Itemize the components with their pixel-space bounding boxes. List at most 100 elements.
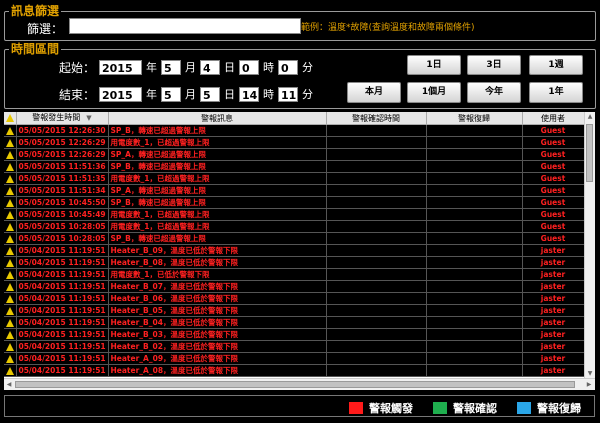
cell-status [4, 352, 17, 365]
table-row[interactable]: 05/04/2015 11:19:51 Heater_A_08，溫度已低於警報下限… [4, 364, 585, 377]
range-1-day-button[interactable]: 1日 [407, 55, 461, 75]
filter-hint: 範例：溫度*故障(查詢溫度和故障兩個條件) [301, 23, 475, 33]
cell-alarm-time: 05/04/2015 11:19:51 [16, 316, 109, 329]
warning-icon [5, 367, 14, 375]
end-minute-field[interactable]: 11 [278, 86, 298, 102]
cell-user: Guest [522, 184, 585, 197]
table-row[interactable]: 05/05/2015 10:28:05 用電度數_1，已超過警報上限 Guest [4, 220, 585, 233]
warning-icon [5, 211, 14, 219]
col-header-alarm-message[interactable]: 警報訊息 [108, 112, 327, 125]
table-row[interactable]: 05/05/2015 10:45:50 SP_B，轉速已超過警報上限 Guest [4, 196, 585, 209]
col-header-user[interactable]: 使用者 [522, 112, 585, 125]
table-row[interactable]: 05/04/2015 11:19:51 Heater_B_08，溫度已低於警報下限… [4, 256, 585, 269]
table-row[interactable]: 05/05/2015 11:51:36 SP_B，轉速已超過警報上限 Guest [4, 160, 585, 173]
cell-user: jaster [522, 292, 585, 305]
horizontal-scrollbar[interactable]: ◀ ▶ [4, 378, 595, 390]
cell-ack-time [326, 244, 427, 257]
table-row[interactable]: 05/05/2015 12:26:30 SP_B，轉速已超過警報上限 Guest [4, 124, 585, 137]
horizontal-scroll-thumb[interactable] [15, 381, 575, 388]
end-month-field[interactable]: 5 [161, 86, 181, 102]
cell-status [4, 364, 17, 377]
scroll-left-icon[interactable]: ◀ [4, 381, 14, 388]
cell-alarm-time: 05/04/2015 11:19:51 [16, 364, 109, 377]
range-this-month-button[interactable]: 本月 [347, 82, 401, 103]
table-row[interactable]: 05/04/2015 11:19:51 Heater_A_09，溫度已低於警報下限… [4, 352, 585, 365]
end-day-field[interactable]: 5 [200, 86, 220, 102]
sort-down-icon: ▼ [86, 114, 92, 122]
cell-user: Guest [522, 220, 585, 233]
cell-reset [426, 208, 523, 221]
cell-user: Guest [522, 160, 585, 173]
cell-alarm-message: 用電度數_1，已超過警報上限 [108, 208, 327, 221]
scroll-down-icon[interactable]: ▼ [585, 370, 595, 377]
col-header-status[interactable] [4, 112, 17, 125]
table-row[interactable]: 05/05/2015 11:51:35 用電度數_1，已超過警報上限 Guest [4, 172, 585, 185]
end-year-field[interactable]: 2015 [99, 86, 142, 102]
table-row[interactable]: 05/04/2015 11:19:51 Heater_B_05，溫度已低於警報下限… [4, 304, 585, 317]
cell-ack-time [326, 304, 427, 317]
cell-alarm-message: SP_A，轉速已超過警報上限 [108, 184, 327, 197]
table-row[interactable]: 05/05/2015 12:26:29 用電度數_1，已超過警報上限 Guest [4, 136, 585, 149]
cell-reset [426, 352, 523, 365]
table-row[interactable]: 05/04/2015 11:19:51 Heater_B_04，溫度已低於警報下限… [4, 316, 585, 329]
table-row[interactable]: 05/05/2015 10:45:49 用電度數_1，已超過警報上限 Guest [4, 208, 585, 221]
cell-reset [426, 196, 523, 209]
cell-user: jaster [522, 340, 585, 353]
range-1-month-button[interactable]: 1個月 [407, 82, 461, 103]
cell-ack-time [326, 124, 427, 137]
range-1-year-button[interactable]: 1年 [529, 82, 583, 103]
filter-section-title: 訊息篩選 [9, 4, 62, 18]
end-hour-field[interactable]: 14 [239, 86, 259, 102]
start-year-field[interactable]: 2015 [99, 59, 142, 75]
range-1-week-button[interactable]: 1週 [529, 55, 583, 75]
cell-status [4, 232, 17, 245]
vertical-scrollbar[interactable]: ▲ ▼ [584, 112, 595, 378]
acknowledged-color-swatch [433, 402, 447, 414]
cell-alarm-message: SP_B，轉速已超過警報上限 [108, 124, 327, 137]
start-day-field[interactable]: 4 [200, 59, 220, 75]
cell-user: jaster [522, 364, 585, 377]
time-section-title: 時間區間 [9, 42, 62, 56]
cell-user: jaster [522, 328, 585, 341]
start-minute-field[interactable]: 0 [278, 59, 298, 75]
cell-alarm-message: SP_B，轉速已超過警報上限 [108, 232, 327, 245]
cell-alarm-time: 05/05/2015 11:51:36 [16, 160, 109, 173]
cell-alarm-time: 05/05/2015 10:28:05 [16, 232, 109, 245]
warning-icon [6, 114, 14, 122]
start-hour-field[interactable]: 0 [239, 59, 259, 75]
cell-status [4, 220, 17, 233]
cell-alarm-time: 05/05/2015 11:51:35 [16, 172, 109, 185]
legend-item-acknowledged: 警報確認 [433, 400, 497, 416]
table-row[interactable]: 05/04/2015 11:19:51 用電度數_1，已低於警報下限 jaster [4, 268, 585, 281]
table-row[interactable]: 05/04/2015 11:19:51 Heater_B_03，溫度已低於警報下限… [4, 328, 585, 341]
table-row[interactable]: 05/04/2015 11:19:51 Heater_B_07，溫度已低於警報下限… [4, 280, 585, 293]
table-row[interactable]: 05/04/2015 11:19:51 Heater_B_09，溫度已低於警報下限… [4, 244, 585, 257]
start-month-field[interactable]: 5 [161, 59, 181, 75]
scroll-right-icon[interactable]: ▶ [584, 381, 594, 388]
table-row[interactable]: 05/05/2015 12:26:29 SP_A，轉速已超過警報上限 Guest [4, 148, 585, 161]
range-3-days-button[interactable]: 3日 [467, 55, 521, 75]
cell-reset [426, 304, 523, 317]
warning-icon [5, 295, 14, 303]
col-header-reset[interactable]: 警報復歸 [426, 112, 523, 125]
col-header-ack-time[interactable]: 警報確認時間 [326, 112, 427, 125]
vertical-scroll-thumb[interactable] [586, 124, 593, 182]
cell-reset [426, 136, 523, 149]
day-unit: 日 [224, 88, 235, 101]
table-row[interactable]: 05/04/2015 11:19:51 Heater_B_02，溫度已低於警報下限… [4, 340, 585, 353]
triggered-color-swatch [349, 402, 363, 414]
filter-input[interactable] [69, 18, 301, 34]
cell-status [4, 124, 17, 137]
table-row[interactable]: 05/04/2015 11:19:51 Heater_B_06，溫度已低於警報下限… [4, 292, 585, 305]
col-header-alarm-time[interactable]: 警報發生時間 ▼ [16, 112, 109, 125]
day-unit: 日 [224, 61, 235, 74]
minute-unit: 分 [302, 61, 313, 74]
scroll-up-icon[interactable]: ▲ [585, 113, 595, 120]
table-row[interactable]: 05/05/2015 11:51:34 SP_A，轉速已超過警報上限 Guest [4, 184, 585, 197]
warning-icon [5, 247, 14, 255]
table-row[interactable]: 05/05/2015 10:28:05 SP_B，轉速已超過警報上限 Guest [4, 232, 585, 245]
cell-alarm-message: Heater_B_04，溫度已低於警報下限 [108, 316, 327, 329]
range-this-year-button[interactable]: 今年 [467, 82, 521, 103]
cell-alarm-time: 05/04/2015 11:19:51 [16, 280, 109, 293]
start-label: 起始： [58, 60, 95, 75]
